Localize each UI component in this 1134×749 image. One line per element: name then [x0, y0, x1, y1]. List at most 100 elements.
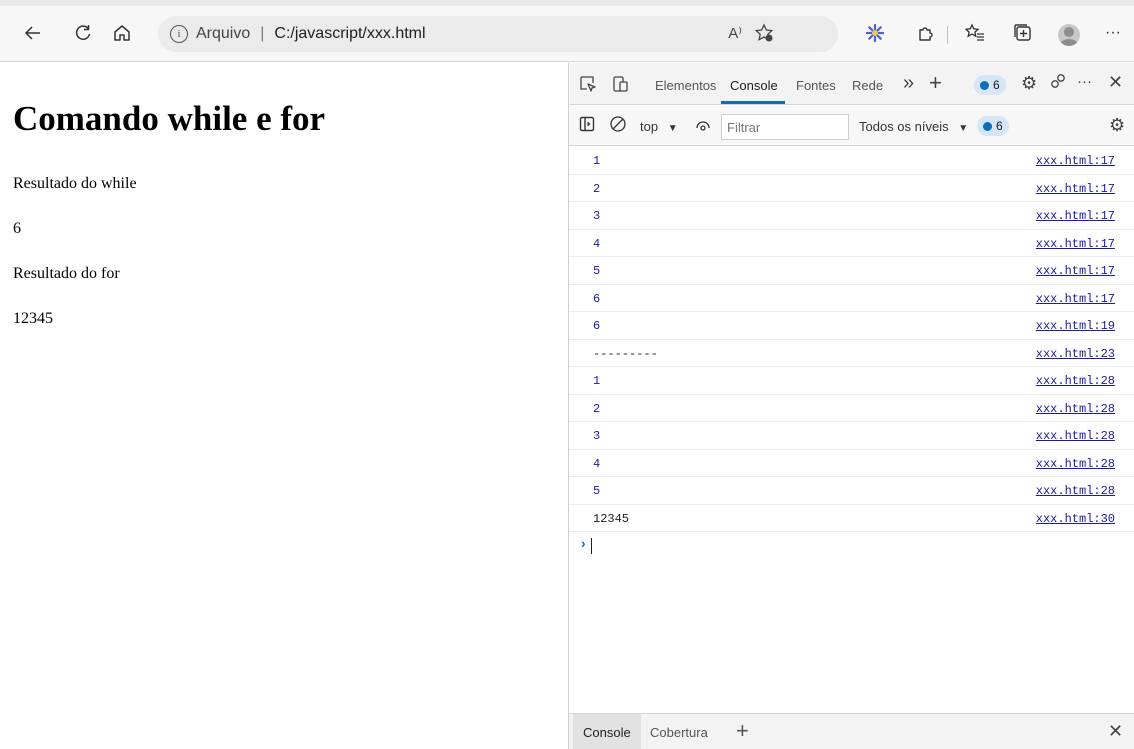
drawer-tab-cobertura[interactable]: Cobertura	[650, 725, 708, 740]
console-toolbar: top ▼ Filtrar Todos os níveis ▼ 6 ⚙	[569, 106, 1134, 146]
collections-icon	[1014, 24, 1031, 41]
console-message-row: 3 xxx.html:17	[569, 202, 1134, 230]
filter-placeholder: Filtrar	[727, 119, 761, 135]
close-drawer-icon[interactable]: ✕	[1108, 721, 1123, 742]
prompt-chevron-icon: ›	[579, 537, 588, 553]
source-link[interactable]: xxx.html:17	[1036, 182, 1115, 196]
console-message-row: 5 xxx.html:17	[569, 257, 1134, 285]
source-link[interactable]: xxx.html:30	[1036, 512, 1115, 526]
filter-input[interactable]: Filtrar	[721, 114, 849, 140]
dropdown-caret-icon: ▼	[667, 123, 678, 134]
settings-gear-icon[interactable]: ⚙	[1021, 73, 1037, 94]
source-link[interactable]: xxx.html:17	[1036, 292, 1115, 306]
live-expression-eye-icon[interactable]	[695, 117, 711, 138]
url-text[interactable]: C:/javascript/xxx.html	[274, 25, 425, 43]
tab-fontes[interactable]: Fontes	[796, 78, 836, 93]
console-message-text: 6	[593, 319, 601, 333]
more-tabs-chevron-icon[interactable]: »	[903, 72, 914, 95]
sidebar-toggle-icon[interactable]	[579, 116, 595, 137]
console-settings-gear-icon[interactable]: ⚙	[1109, 115, 1125, 136]
while-result-label: Resultado do while	[13, 175, 137, 192]
bottom-drawer: Console Cobertura + ✕	[569, 713, 1134, 749]
console-message-text: 2	[593, 181, 601, 196]
refresh-icon	[75, 25, 91, 40]
console-message-row: 3 xxx.html:28	[569, 422, 1134, 450]
sparkle-extension-icon	[865, 23, 885, 43]
while-result-value: 6	[13, 220, 21, 237]
collections-button[interactable]	[1008, 18, 1038, 48]
console-message-text: 12345	[593, 511, 630, 526]
source-link[interactable]: xxx.html:28	[1036, 402, 1115, 416]
devtools-more-icon[interactable]: ···	[1077, 73, 1092, 90]
source-link[interactable]: xxx.html:23	[1036, 347, 1115, 361]
console-issues-count: 6	[996, 119, 1003, 133]
log-levels-value: Todos os níveis	[859, 119, 949, 134]
devtools-panel: Elementos Console Fontes Rede » + 6 ⚙ ··…	[568, 63, 1134, 749]
for-result-label: Resultado do for	[13, 265, 120, 282]
console-issues-badge[interactable]: 6	[977, 116, 1009, 136]
console-message-row: 5 xxx.html:28	[569, 477, 1134, 505]
address-bar[interactable]: i Arquivo | C:/javascript/xxx.html A⁾	[158, 16, 838, 52]
tab-console[interactable]: Console	[730, 78, 778, 93]
close-devtools-icon[interactable]: ✕	[1108, 72, 1123, 93]
clear-console-icon[interactable]	[609, 115, 627, 138]
console-message-row: 2 xxx.html:17	[569, 175, 1134, 202]
drawer-add-tab-plus-icon[interactable]: +	[736, 718, 749, 744]
console-message-row: 1 xxx.html:28	[569, 367, 1134, 395]
add-tab-plus-icon[interactable]: +	[929, 70, 942, 96]
console-message-row: 6 xxx.html:19	[569, 312, 1134, 340]
refresh-button[interactable]	[68, 18, 98, 48]
console-message-row: --------- xxx.html:23	[569, 340, 1134, 367]
info-icon[interactable]: i	[170, 25, 188, 43]
tab-rede[interactable]: Rede	[852, 78, 883, 93]
for-result-value: 12345	[13, 310, 53, 327]
devtools-tab-bar: Elementos Console Fontes Rede » + 6 ⚙ ··…	[569, 63, 1134, 105]
console-message-text: ---------	[593, 346, 658, 361]
console-message-text: 3	[593, 429, 601, 443]
inspect-element-icon[interactable]	[579, 75, 597, 98]
console-message-text: 2	[593, 401, 601, 416]
issues-count: 6	[993, 78, 1000, 92]
console-message-row: 6 xxx.html:17	[569, 285, 1134, 312]
favorites-button[interactable]	[960, 18, 990, 48]
levels-caret-icon: ▼	[958, 123, 969, 134]
back-button[interactable]	[18, 18, 48, 48]
more-menu-icon[interactable]: ···	[1098, 18, 1128, 48]
log-levels-dropdown[interactable]: Todos os níveis ▼	[859, 119, 968, 134]
console-message-row: 2 xxx.html:28	[569, 395, 1134, 422]
browser-toolbar: i Arquivo | C:/javascript/xxx.html A⁾ ··…	[0, 0, 1134, 62]
tab-elementos[interactable]: Elementos	[655, 78, 716, 93]
home-button[interactable]	[107, 18, 137, 48]
source-link[interactable]: xxx.html:17	[1036, 154, 1115, 168]
extensions-button[interactable]	[911, 18, 941, 48]
source-link[interactable]: xxx.html:17	[1036, 264, 1115, 278]
page-content: Comando while e for Resultado do while 6…	[0, 63, 568, 749]
context-selector[interactable]: top ▼	[640, 119, 678, 134]
context-value: top	[640, 119, 659, 134]
add-favorite-icon[interactable]	[754, 23, 774, 48]
drawer-tab-console[interactable]: Console	[573, 714, 641, 749]
source-link[interactable]: xxx.html:17	[1036, 209, 1115, 223]
source-link[interactable]: xxx.html:28	[1036, 457, 1115, 471]
source-link[interactable]: xxx.html:28	[1036, 484, 1115, 498]
console-message-text: 3	[593, 209, 601, 223]
active-tab-indicator	[721, 101, 785, 104]
source-link[interactable]: xxx.html:19	[1036, 319, 1115, 333]
console-message-text: 4	[593, 456, 601, 471]
console-prompt[interactable]: ›	[569, 532, 1134, 560]
read-aloud-icon[interactable]: A⁾	[728, 24, 742, 42]
source-link[interactable]: xxx.html:28	[1036, 429, 1115, 443]
feedback-icon[interactable]	[1049, 73, 1067, 96]
console-message-text: 6	[593, 291, 601, 306]
toolbar-divider	[947, 26, 948, 44]
back-arrow-icon	[24, 26, 40, 40]
extension-button[interactable]	[860, 18, 890, 48]
console-message-text: 4	[593, 236, 601, 251]
device-emulation-icon[interactable]	[611, 75, 629, 98]
source-link[interactable]: xxx.html:28	[1036, 374, 1115, 388]
issues-badge[interactable]: 6	[974, 75, 1006, 95]
source-link[interactable]: xxx.html:17	[1036, 237, 1115, 251]
console-message-row: 1 xxx.html:17	[569, 147, 1134, 175]
profile-avatar-icon[interactable]	[1058, 24, 1080, 46]
console-message-row: 12345 xxx.html:30	[569, 505, 1134, 532]
